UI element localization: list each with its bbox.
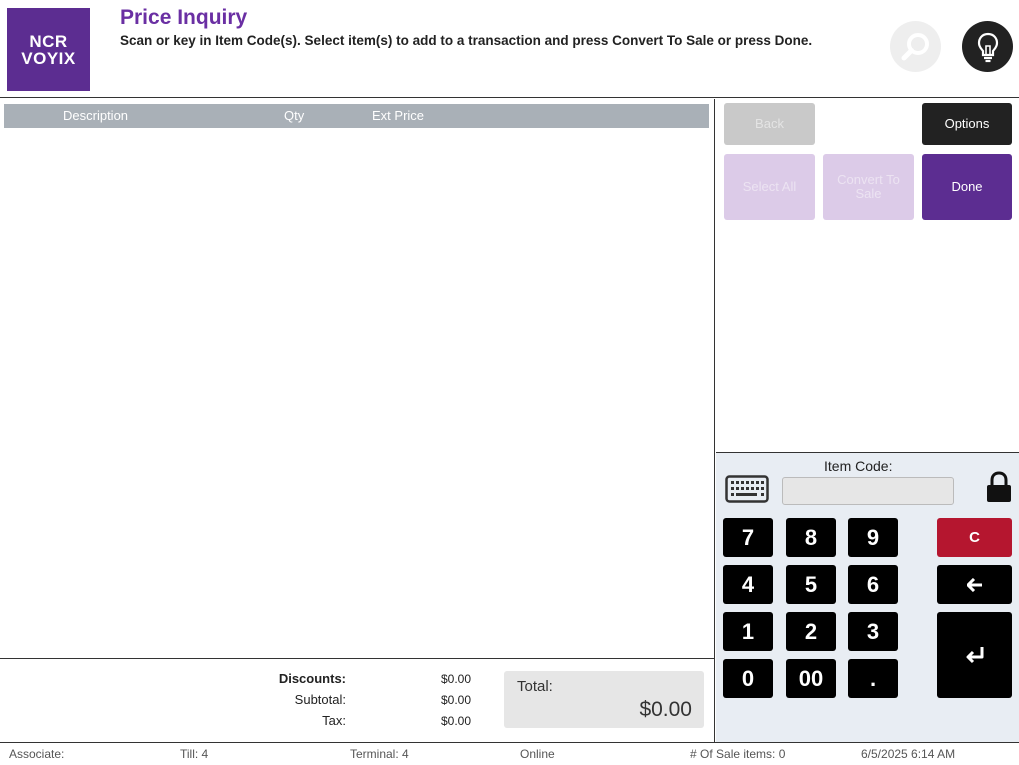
key-00[interactable]: 00 xyxy=(786,659,836,698)
subtotal-label: Subtotal: xyxy=(294,692,346,707)
back-button[interactable]: Back xyxy=(724,103,815,145)
discounts-value: $0.00 xyxy=(440,672,471,686)
enter-icon xyxy=(966,647,983,664)
keyboard-icon xyxy=(725,475,769,503)
column-description: Description xyxy=(63,108,129,123)
key-3[interactable]: 3 xyxy=(848,612,898,651)
total-label: Total: xyxy=(517,678,553,695)
total-value: $0.00 xyxy=(639,698,692,721)
column-qty: Qty xyxy=(284,108,305,123)
status-associate: Associate: xyxy=(9,747,65,761)
key-8[interactable]: 8 xyxy=(786,518,836,557)
key-4[interactable]: 4 xyxy=(723,565,773,604)
totals-area: Discounts: $0.00 Subtotal: $0.00 Tax: $0… xyxy=(0,658,715,742)
header: NCR VOYIX Price Inquiry Scan or key in I… xyxy=(0,0,1019,98)
select-all-button[interactable]: Select All xyxy=(724,154,815,220)
key-6[interactable]: 6 xyxy=(848,565,898,604)
search-icon xyxy=(901,32,929,60)
status-till: Till: 4 xyxy=(180,747,209,761)
keypad-panel: Item Code: 7 8 9 4 5 6 1 2 3 0 00 . C xyxy=(716,452,1019,742)
lock-icon xyxy=(987,471,1011,502)
status-datetime: 6/5/2025 6:14 AM xyxy=(861,747,956,761)
logo-line-2: VOYIX xyxy=(21,48,76,68)
column-ext-price: Ext Price xyxy=(372,108,425,123)
logo-line-1: NCR xyxy=(29,31,68,51)
subtotal-value: $0.00 xyxy=(440,693,471,707)
key-2[interactable]: 2 xyxy=(786,612,836,651)
instructions-text: Scan or key in Item Code(s). Select item… xyxy=(120,33,813,48)
enter-button[interactable] xyxy=(937,612,1012,698)
status-sale-items: # Of Sale items: 0 xyxy=(690,747,786,761)
clear-button[interactable]: C xyxy=(937,518,1012,557)
key-1[interactable]: 1 xyxy=(723,612,773,651)
total-box: Total: $0.00 xyxy=(504,671,704,728)
page-title: Price Inquiry xyxy=(120,6,248,29)
status-terminal: Terminal: 4 xyxy=(350,747,409,761)
item-code-input[interactable] xyxy=(782,477,954,505)
convert-to-sale-button[interactable]: Convert To Sale xyxy=(823,154,914,220)
key-decimal[interactable]: . xyxy=(848,659,898,698)
lightbulb-icon xyxy=(977,32,998,62)
list-header: Description Qty Ext Price xyxy=(4,104,709,128)
tax-label: Tax: xyxy=(322,713,346,728)
ncr-voyix-logo: NCR VOYIX xyxy=(7,8,90,91)
options-button[interactable]: Options xyxy=(922,103,1012,145)
lock-button[interactable] xyxy=(985,471,1013,508)
key-7[interactable]: 7 xyxy=(723,518,773,557)
key-9[interactable]: 9 xyxy=(848,518,898,557)
status-bar: Associate: Till: 4 Terminal: 4 Online # … xyxy=(0,742,1019,765)
hint-button[interactable] xyxy=(962,21,1013,72)
backspace-arrow-icon xyxy=(966,577,982,592)
search-button[interactable] xyxy=(890,21,941,72)
key-0[interactable]: 0 xyxy=(723,659,773,698)
backspace-button[interactable] xyxy=(937,565,1012,604)
tax-value: $0.00 xyxy=(440,714,471,728)
keyboard-button[interactable] xyxy=(725,475,769,508)
item-list[interactable]: Description Qty Ext Price xyxy=(0,99,715,659)
status-connection: Online xyxy=(520,747,555,761)
item-code-label: Item Code: xyxy=(824,458,893,474)
done-button[interactable]: Done xyxy=(922,154,1012,220)
discounts-label: Discounts: xyxy=(278,671,346,686)
action-panel: Back Options Select All Convert To Sale … xyxy=(716,99,1019,452)
key-5[interactable]: 5 xyxy=(786,565,836,604)
